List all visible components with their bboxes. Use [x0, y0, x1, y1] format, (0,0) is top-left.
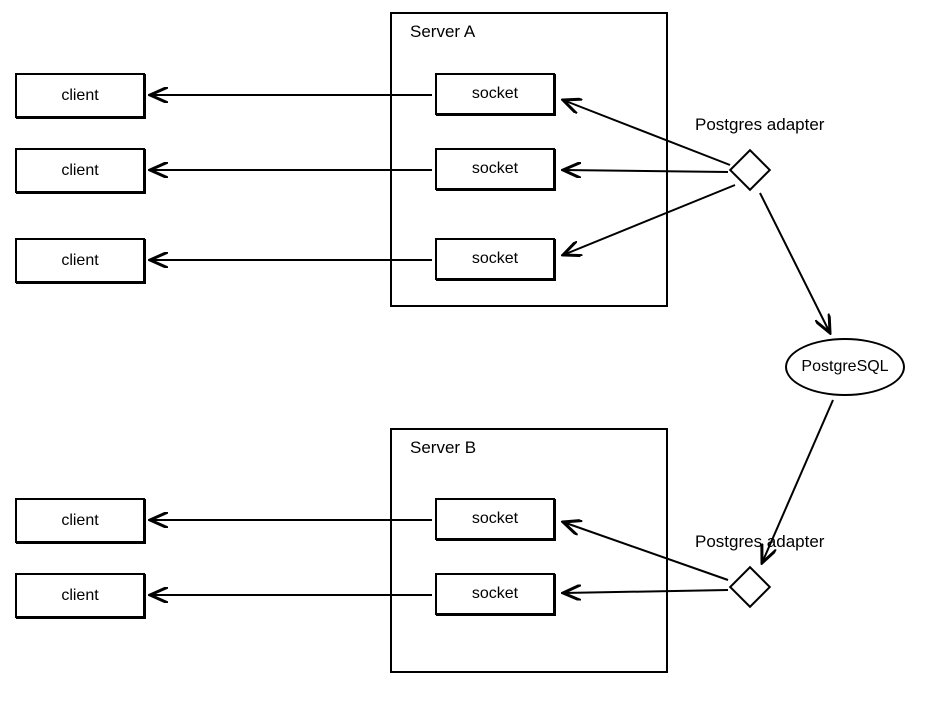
- client-label: client: [61, 252, 98, 270]
- client-box: client: [15, 148, 145, 193]
- server-b-container: [390, 428, 668, 673]
- adapter-a-label: Postgres adapter: [695, 115, 824, 135]
- arrow-adapter-to-db: [760, 193, 830, 333]
- client-box: client: [15, 573, 145, 618]
- client-box: client: [15, 73, 145, 118]
- server-b-label: Server B: [410, 438, 476, 458]
- adapter-b-label: Postgres adapter: [695, 532, 824, 552]
- client-label: client: [61, 87, 98, 105]
- database-label: PostgreSQL: [801, 358, 888, 376]
- socket-box: socket: [435, 573, 555, 615]
- postgresql-node: PostgreSQL: [785, 338, 905, 396]
- socket-box: socket: [435, 238, 555, 280]
- socket-box: socket: [435, 148, 555, 190]
- client-label: client: [61, 587, 98, 605]
- client-label: client: [61, 162, 98, 180]
- adapter-b-diamond: [729, 566, 771, 608]
- adapter-a-diamond: [729, 149, 771, 191]
- socket-label: socket: [472, 85, 518, 103]
- server-a-label: Server A: [410, 22, 475, 42]
- architecture-diagram: Server A socket socket socket client cli…: [0, 0, 938, 702]
- socket-label: socket: [472, 510, 518, 528]
- socket-label: socket: [472, 585, 518, 603]
- socket-box: socket: [435, 498, 555, 540]
- client-box: client: [15, 498, 145, 543]
- socket-label: socket: [472, 160, 518, 178]
- socket-box: socket: [435, 73, 555, 115]
- client-box: client: [15, 238, 145, 283]
- socket-label: socket: [472, 250, 518, 268]
- client-label: client: [61, 512, 98, 530]
